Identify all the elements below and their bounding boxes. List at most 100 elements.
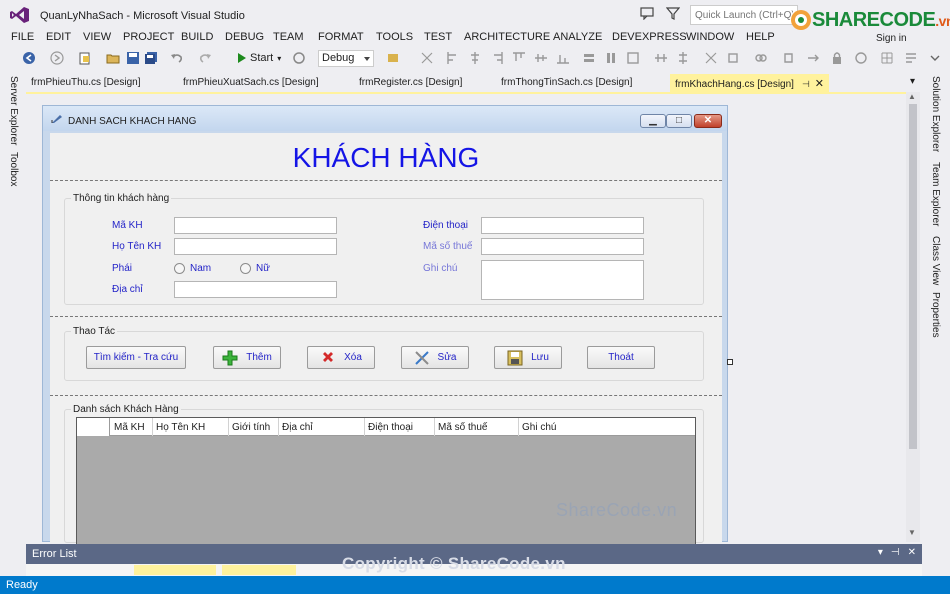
- ma-so-thue-input[interactable]: [481, 238, 644, 255]
- start-debugging-button[interactable]: Start ▾: [238, 52, 281, 64]
- menu-build[interactable]: BUILD: [181, 31, 213, 43]
- menu-debug[interactable]: DEBUG: [225, 31, 264, 43]
- find-in-files-icon[interactable]: [386, 51, 400, 65]
- pin-icon[interactable]: ⊣: [891, 547, 900, 558]
- notification-icon[interactable]: [640, 6, 654, 20]
- maximize-button[interactable]: □: [666, 114, 692, 128]
- close-window-button[interactable]: ✕: [694, 114, 722, 128]
- menu-analyze[interactable]: ANALYZE: [553, 31, 602, 43]
- toolbar-overflow-icon[interactable]: [928, 51, 942, 65]
- close-icon[interactable]: ✕: [908, 547, 916, 558]
- feedback-filter-icon[interactable]: [666, 6, 680, 20]
- form-resize-handle[interactable]: [727, 359, 733, 365]
- new-project-icon[interactable]: [78, 51, 92, 65]
- minimize-button[interactable]: ▁: [640, 114, 666, 128]
- radio-nu[interactable]: [240, 263, 251, 274]
- grid-corner-cell[interactable]: [77, 418, 110, 436]
- menu-view[interactable]: VIEW: [83, 31, 111, 43]
- toolbox-tab[interactable]: Toolbox: [8, 152, 19, 186]
- send-to-back-icon[interactable]: [782, 51, 796, 65]
- center-horizontally-icon[interactable]: [704, 51, 718, 65]
- search-button[interactable]: Tìm kiếm - Tra cứu: [86, 346, 186, 369]
- tab-frmkhachhang[interactable]: frmKhachHang.cs [Design] ⊣ ✕: [670, 74, 830, 92]
- tab-frmthongtinsach[interactable]: frmThongTinSach.cs [Design]: [496, 74, 637, 92]
- column-header-dien-thoai[interactable]: Điện thoại: [365, 418, 435, 436]
- close-icon[interactable]: ✕: [815, 78, 824, 90]
- ghi-chu-textarea[interactable]: [481, 260, 644, 300]
- scrollbar-thumb[interactable]: [909, 104, 917, 449]
- customer-datagridview[interactable]: Mã KH Họ Tên KH Giới tính Địa chỉ Điện t…: [76, 417, 696, 557]
- save-button[interactable]: Lưu: [494, 346, 562, 369]
- menu-project[interactable]: PROJECT: [123, 31, 174, 43]
- tab-frmphieuxuatsach[interactable]: frmPhieuXuatSach.cs [Design]: [178, 74, 324, 92]
- column-header-ho-ten[interactable]: Họ Tên KH: [153, 418, 229, 436]
- quick-launch-input[interactable]: [690, 5, 798, 25]
- exit-button[interactable]: Thoát: [587, 346, 655, 369]
- undo-icon[interactable]: [170, 51, 184, 65]
- pin-icon[interactable]: ⊣: [802, 79, 810, 89]
- menu-edit[interactable]: EDIT: [46, 31, 71, 43]
- column-header-dia-chi[interactable]: Địa chỉ: [279, 418, 365, 436]
- designer-vertical-scrollbar[interactable]: ▲ ▼: [906, 92, 920, 542]
- solution-explorer-tab[interactable]: Solution Explorer: [930, 76, 941, 152]
- scroll-up-icon[interactable]: ▲: [908, 92, 916, 101]
- server-explorer-tab[interactable]: Server Explorer: [8, 76, 19, 145]
- make-same-height-icon[interactable]: [604, 51, 618, 65]
- chevron-down-icon[interactable]: ▾: [277, 54, 281, 63]
- lock-controls-icon[interactable]: [830, 51, 844, 65]
- toolbar-grid-icon[interactable]: [880, 51, 894, 65]
- menu-test[interactable]: TEST: [424, 31, 452, 43]
- toolbar-format-icon[interactable]: [904, 51, 918, 65]
- error-list-filter-errors[interactable]: [134, 565, 216, 575]
- save-all-icon[interactable]: [144, 51, 158, 65]
- open-folder-icon[interactable]: [106, 51, 120, 65]
- column-header-ma-so-thue[interactable]: Mã số thuế: [435, 418, 519, 436]
- dien-thoai-input[interactable]: [481, 217, 644, 234]
- bring-to-front-icon[interactable]: [754, 51, 768, 65]
- make-same-size-icon[interactable]: [626, 51, 640, 65]
- ma-kh-input[interactable]: [174, 217, 337, 234]
- center-vertically-icon[interactable]: [726, 51, 740, 65]
- snap-to-grid-icon[interactable]: [854, 51, 868, 65]
- vertical-spacing-icon[interactable]: [676, 51, 690, 65]
- form-khach-hang[interactable]: DANH SACH KHACH HANG ▁ □ ✕ KHÁCH HÀNG Th…: [42, 105, 728, 557]
- column-header-gioi-tinh[interactable]: Giới tính: [229, 418, 279, 436]
- menu-devexpress[interactable]: DEVEXPRESS: [612, 31, 687, 43]
- error-list-filter-warnings[interactable]: [222, 565, 296, 575]
- tab-order-icon[interactable]: [806, 51, 820, 65]
- make-same-width-icon[interactable]: [582, 51, 596, 65]
- tab-frmregister[interactable]: frmRegister.cs [Design]: [354, 74, 467, 92]
- save-icon[interactable]: [126, 51, 140, 65]
- align-rights-icon[interactable]: [490, 51, 504, 65]
- scroll-down-icon[interactable]: ▼: [908, 528, 916, 537]
- menu-file[interactable]: FILE: [11, 31, 34, 43]
- column-header-ma-kh[interactable]: Mã KH: [111, 418, 153, 436]
- navigate-forward-icon[interactable]: [50, 51, 64, 65]
- class-view-tab[interactable]: Class View: [930, 236, 941, 285]
- solution-configuration-select[interactable]: Debug: [318, 50, 374, 67]
- menu-architecture[interactable]: ARCHITECTURE: [464, 31, 550, 43]
- menu-tools[interactable]: TOOLS: [376, 31, 413, 43]
- panel-dropdown-icon[interactable]: ▾: [878, 547, 883, 558]
- column-header-ghi-chu[interactable]: Ghi chú: [519, 418, 695, 436]
- menu-format[interactable]: FORMAT: [318, 31, 364, 43]
- refresh-icon[interactable]: [292, 51, 306, 65]
- properties-tab[interactable]: Properties: [930, 292, 941, 338]
- align-centers-icon[interactable]: [468, 51, 482, 65]
- align-bottoms-icon[interactable]: [556, 51, 570, 65]
- menu-team[interactable]: TEAM: [273, 31, 304, 43]
- dia-chi-input[interactable]: [174, 281, 337, 298]
- layout-grid-icon[interactable]: [420, 51, 434, 65]
- edit-button[interactable]: Sửa: [401, 346, 469, 369]
- tab-list-dropdown-icon[interactable]: ▾: [910, 76, 915, 87]
- sign-in-link[interactable]: Sign in: [876, 33, 907, 44]
- add-button[interactable]: Thêm: [213, 346, 281, 369]
- redo-icon[interactable]: [198, 51, 212, 65]
- align-lefts-icon[interactable]: [446, 51, 460, 65]
- align-middles-icon[interactable]: [534, 51, 548, 65]
- team-explorer-tab[interactable]: Team Explorer: [930, 162, 941, 226]
- tab-frmphieuthu[interactable]: frmPhieuThu.cs [Design]: [26, 74, 146, 92]
- menu-window[interactable]: WINDOW: [686, 31, 734, 43]
- navigate-back-icon[interactable]: [22, 51, 36, 65]
- horizontal-spacing-icon[interactable]: [654, 51, 668, 65]
